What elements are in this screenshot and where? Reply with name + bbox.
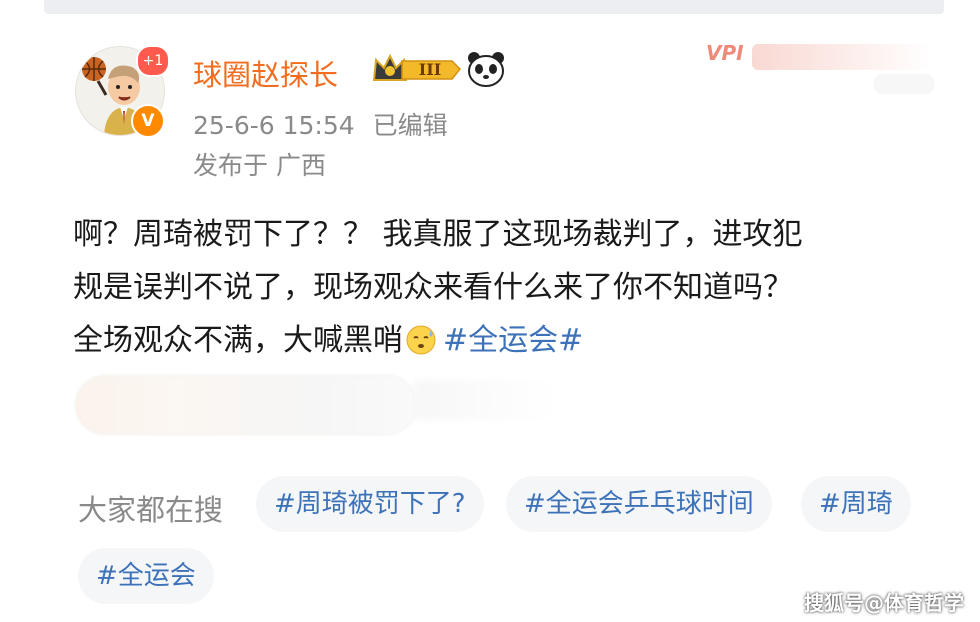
post-timestamp: 25-6-6 15:54 — [193, 111, 355, 140]
hashtag-link[interactable]: #全运会# — [443, 323, 583, 358]
top-bar — [44, 0, 944, 14]
username[interactable]: 球圈赵探长 — [193, 52, 338, 94]
vip-watermark-text: VPI — [706, 41, 744, 65]
trending-tag[interactable]: #全运会 — [78, 548, 214, 604]
crown-icon: III — [372, 53, 462, 81]
verified-badge: V — [131, 104, 165, 138]
trending-tag[interactable]: #周琦 — [801, 476, 911, 532]
post-text-line: 啊？周琦被罚下了？？ 我真服了这现场裁判了，进攻犯 — [73, 217, 803, 252]
post-text-line: 规是误判不说了，现场观众来看什么来了你不知道吗？ — [73, 270, 793, 305]
blurred-attachment-fade — [414, 380, 554, 420]
panda-icon — [466, 50, 506, 88]
post-location: 发布于 广西 — [193, 151, 326, 180]
vip-watermark: VPI — [704, 30, 944, 102]
vip-level-badge[interactable]: III — [372, 52, 462, 86]
blurred-attachment — [76, 376, 416, 434]
source-watermark: 搜狐号@体育哲学 — [804, 591, 964, 615]
trending-search-label: 大家都在搜 — [78, 493, 224, 527]
edited-label[interactable]: 已编辑 — [373, 111, 448, 140]
vip-level-label: III — [419, 60, 441, 79]
post-body: 啊？周琦被罚下了？？ 我真服了这现场裁判了，进攻犯 规是误判不说了，现场观众来看… — [73, 208, 913, 367]
post-text-line-last: 全场观众不满，大喊黑哨 #全运会# — [73, 314, 913, 367]
follower-badge: +1 — [136, 45, 170, 77]
sweat-emoji-icon — [405, 320, 437, 355]
trending-tag[interactable]: #周琦被罚下了? — [256, 476, 484, 532]
post-text-segment: 全场观众不满，大喊黑哨 — [73, 323, 403, 358]
post-meta: 25-6-6 15:54 已编辑 — [193, 106, 448, 142]
trending-tag[interactable]: #全运会乒乓球时间 — [506, 476, 772, 532]
